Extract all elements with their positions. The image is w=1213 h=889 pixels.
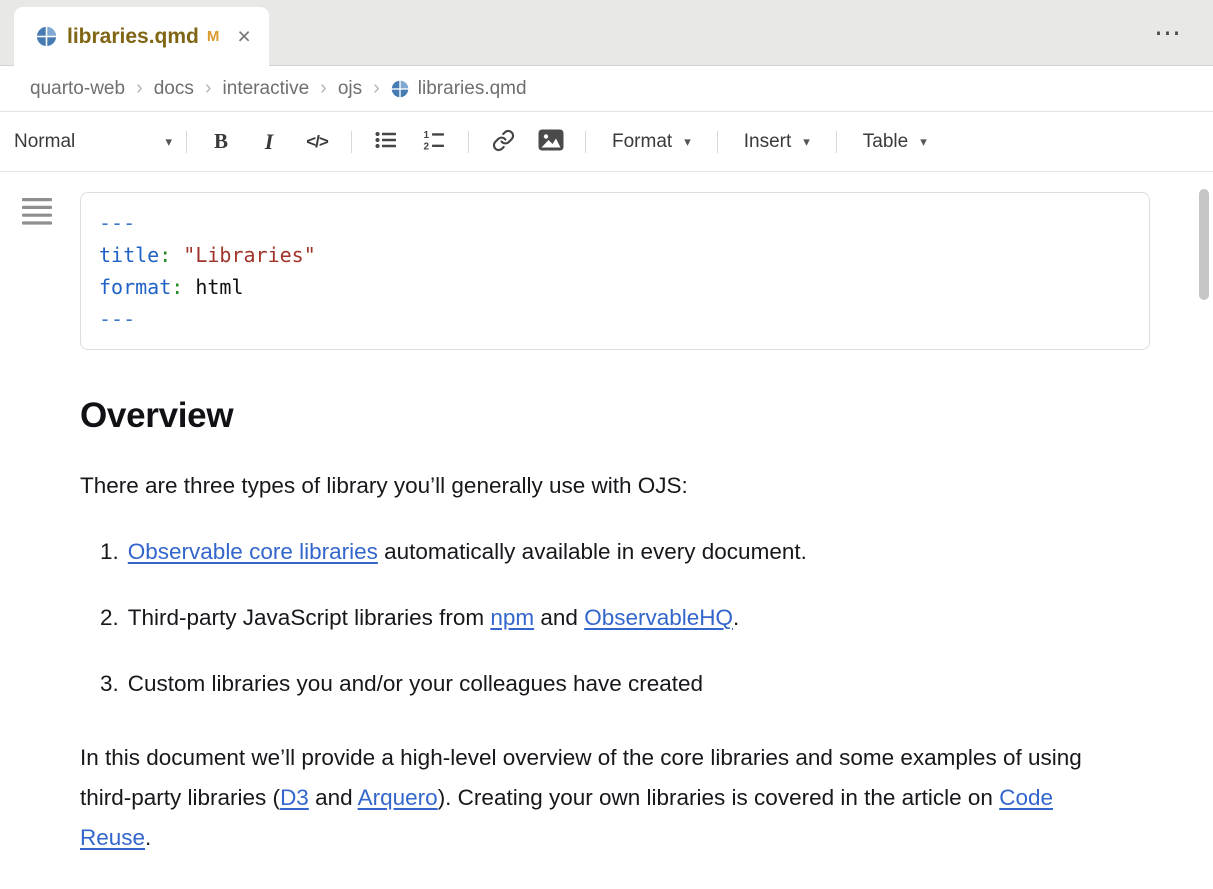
bold-button[interactable]: B [197,121,245,163]
paragraph-style-value: Normal [14,131,75,153]
breadcrumb-item-quarto-web[interactable]: quarto-web [30,78,125,100]
document-canvas[interactable]: --- title:"Libraries" format:html --- Ov… [0,172,1213,858]
tab-libraries-qmd[interactable]: libraries.qmd M × [14,7,269,66]
list-item-3: 3. Custom libraries you and/or your coll… [100,664,1150,704]
toolbar-separator [836,131,837,153]
vertical-scrollbar-thumb[interactable] [1199,189,1209,300]
table-menu-label: Table [863,131,908,153]
list-item-2: 2. Third-party JavaScript libraries from… [100,598,1150,638]
quarto-file-icon [391,80,409,98]
outro-paragraph: In this document we’ll provide a high-le… [80,738,1092,858]
insert-menu-label: Insert [744,131,792,153]
list-item-1: 1. Observable core libraries automatical… [100,532,1150,572]
bullet-list-icon [374,128,398,155]
chevron-down-icon: ▾ [920,134,927,150]
visual-editor-window: libraries.qmd M × ⋯ quarto-web › docs › … [0,0,1213,889]
list-item-text: Third-party JavaScript libraries from np… [128,598,740,638]
breadcrumb-item-ojs[interactable]: ojs [338,78,362,100]
insert-link-button[interactable] [479,121,527,163]
inline-code-button[interactable]: </> [293,121,341,163]
more-options-icon[interactable]: ⋯ [1154,17,1183,48]
quarto-file-icon [36,26,57,47]
editor-tab-bar: libraries.qmd M × ⋯ [0,0,1213,66]
format-menu-label: Format [612,131,672,153]
italic-button[interactable]: I [245,121,293,163]
library-types-list: 1. Observable core libraries automatical… [80,532,1150,704]
yaml-title-line: title:"Libraries" [99,239,1131,271]
numbered-list-button[interactable]: 1 2 [410,121,458,163]
link-chain-icon [492,129,515,155]
breadcrumb-item-interactive[interactable]: interactive [223,78,310,100]
block-drag-handle-icon[interactable] [22,198,52,225]
svg-text:2: 2 [424,142,430,153]
chevron-right-icon: › [205,77,212,100]
paragraph-style-dropdown[interactable]: Normal ▾ [0,131,176,153]
chevron-down-icon: ▾ [684,134,691,150]
tab-title: libraries.qmd [67,25,199,49]
list-item-text: Custom libraries you and/or your colleag… [128,664,703,704]
link-npm[interactable]: npm [490,605,534,630]
bullet-list-button[interactable] [362,121,410,163]
toolbar-separator [468,131,469,153]
breadcrumb-item-docs[interactable]: docs [154,78,194,100]
breadcrumb: quarto-web › docs › interactive › ojs › … [0,66,1213,112]
link-observable-core-libraries[interactable]: Observable core libraries [128,539,378,564]
link-observablehq[interactable]: ObservableHQ [584,605,733,630]
list-marker: 2. [100,598,119,638]
breadcrumb-file[interactable]: libraries.qmd [391,78,527,100]
yaml-format-line: format:html [99,271,1131,303]
table-menu[interactable]: Table ▾ [847,131,943,153]
yaml-fence-top: --- [99,207,1131,239]
chevron-down-icon: ▾ [165,134,172,150]
toolbar-separator [351,131,352,153]
toolbar-separator [585,131,586,153]
breadcrumb-file-name: libraries.qmd [418,78,527,100]
numbered-list-icon: 1 2 [422,128,446,155]
formatting-toolbar: Normal ▾ B I </> 1 2 [0,112,1213,172]
modified-indicator: M [207,28,220,45]
toolbar-separator [186,131,187,153]
chevron-right-icon: › [320,77,327,100]
toolbar-separator [717,131,718,153]
list-item-text: Observable core libraries automatically … [128,532,807,572]
yaml-fence-bottom: --- [99,303,1131,335]
chevron-right-icon: › [136,77,143,100]
svg-text:1: 1 [424,130,430,141]
image-icon [538,129,564,154]
list-marker: 3. [100,664,119,704]
format-menu[interactable]: Format ▾ [596,131,707,153]
heading-overview: Overview [80,396,1150,436]
link-arquero[interactable]: Arquero [358,785,438,810]
intro-paragraph: There are three types of library you’ll … [80,466,1092,506]
insert-image-button[interactable] [527,121,575,163]
link-d3[interactable]: D3 [280,785,309,810]
chevron-right-icon: › [373,77,380,100]
list-marker: 1. [100,532,119,572]
close-tab-icon[interactable]: × [237,25,250,48]
chevron-down-icon: ▾ [803,134,810,150]
yaml-metadata-block[interactable]: --- title:"Libraries" format:html --- [80,192,1150,350]
insert-menu[interactable]: Insert ▾ [728,131,826,153]
